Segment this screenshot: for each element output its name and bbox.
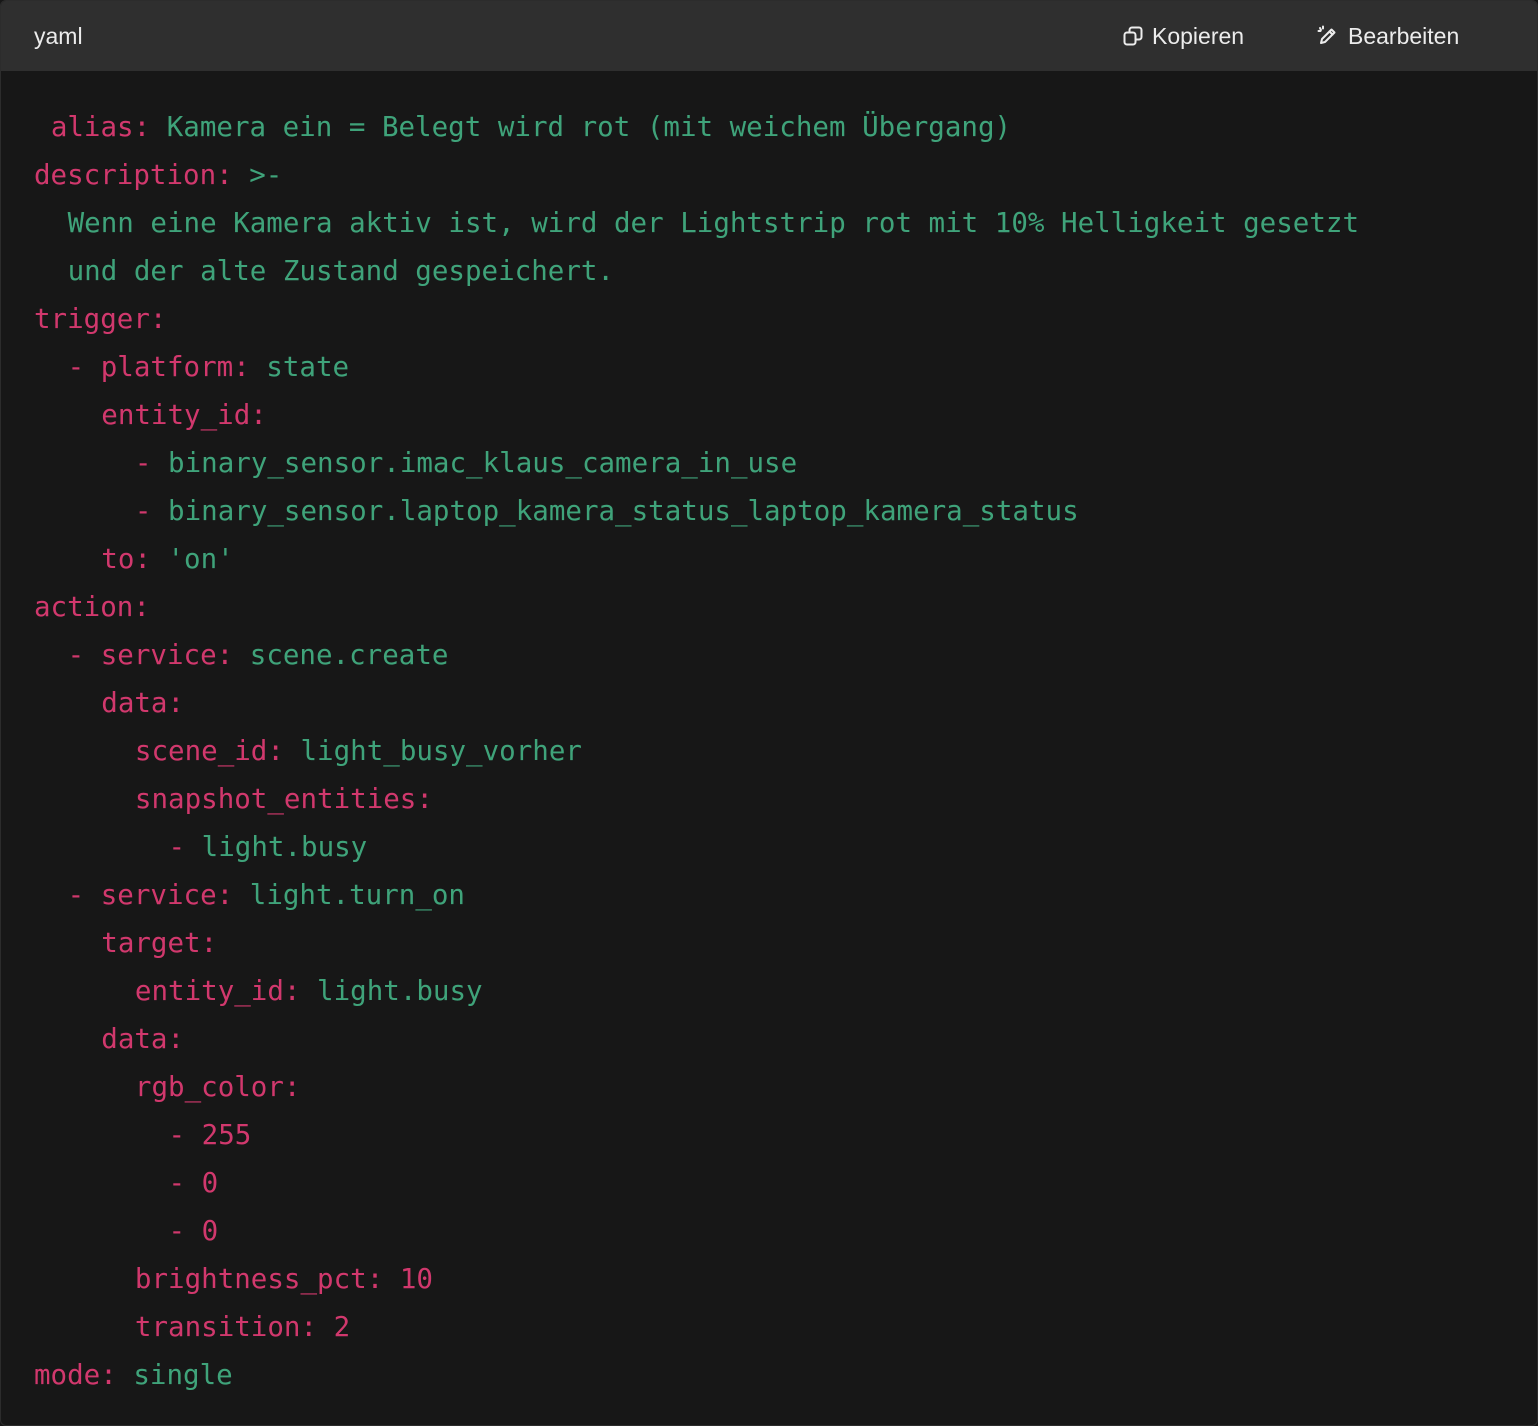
yaml-value: 'on' <box>150 543 234 575</box>
yaml-key: - service: <box>67 639 234 671</box>
yaml-key: - <box>168 1215 202 1247</box>
yaml-key: - <box>168 1119 202 1151</box>
code-block: yaml Kopieren Bearbeiten alias: Kamera e… <box>0 0 1538 1426</box>
yaml-key: action: <box>34 591 150 623</box>
yaml-number: 10 <box>383 1263 433 1295</box>
code-line: entity_id: light.busy <box>1 967 1537 1015</box>
yaml-key: data: <box>101 1023 185 1055</box>
yaml-number: 0 <box>201 1215 219 1247</box>
code-line: snapshot_entities: <box>1 775 1537 823</box>
edit-button[interactable]: Bearbeiten <box>1316 18 1459 54</box>
yaml-value: Wenn eine Kamera aktiv ist, wird der Lig… <box>67 207 1360 239</box>
yaml-value: state <box>249 351 350 383</box>
copy-button[interactable]: Kopieren <box>1122 18 1244 54</box>
yaml-value: binary_sensor.laptop_kamera_status_lapto… <box>168 495 1079 527</box>
yaml-key: description: <box>34 159 233 191</box>
yaml-key: rgb_color: <box>134 1071 301 1103</box>
code-line: description: >- <box>1 151 1537 199</box>
code-line: - 255 <box>1 1111 1537 1159</box>
yaml-value: binary_sensor.imac_klaus_camera_in_use <box>168 447 798 479</box>
copy-icon <box>1122 25 1152 47</box>
code-line: transition: 2 <box>1 1303 1537 1351</box>
yaml-value: >- <box>232 159 283 191</box>
edit-pencil-icon <box>1316 24 1348 48</box>
yaml-key: alias: <box>50 111 151 143</box>
code-line: target: <box>1 919 1537 967</box>
code-line: trigger: <box>1 295 1537 343</box>
yaml-value: Kamera ein = Belegt wird rot (mit weiche… <box>150 111 1012 143</box>
yaml-number: 2 <box>317 1311 351 1343</box>
code-line: action: <box>1 583 1537 631</box>
code-block-header: yaml Kopieren Bearbeiten <box>1 1 1537 71</box>
code-line: - binary_sensor.laptop_kamera_status_lap… <box>1 487 1537 535</box>
code-line: - 0 <box>1 1207 1537 1255</box>
code-line: Wenn eine Kamera aktiv ist, wird der Lig… <box>1 199 1537 247</box>
code-line: - service: light.turn_on <box>1 871 1537 919</box>
yaml-key: transition: <box>134 1311 318 1343</box>
yaml-value: light_busy_vorher <box>283 735 582 767</box>
code-line: to: 'on' <box>1 535 1537 583</box>
code-line: data: <box>1 1015 1537 1063</box>
code-line: - 0 <box>1 1159 1537 1207</box>
copy-button-label: Kopieren <box>1152 23 1245 49</box>
yaml-key: - <box>134 495 169 527</box>
yaml-key: target: <box>101 927 218 959</box>
yaml-number: 255 <box>201 1119 252 1151</box>
yaml-value: scene.create <box>233 639 449 671</box>
yaml-value: light.turn_on <box>233 879 465 911</box>
yaml-key: - <box>168 1167 202 1199</box>
yaml-key: to: <box>101 543 151 575</box>
code-line: und der alte Zustand gespeichert. <box>1 247 1537 295</box>
yaml-key: scene_id: <box>134 735 284 767</box>
yaml-number: 0 <box>201 1167 219 1199</box>
yaml-value: single <box>116 1359 233 1391</box>
code-line: entity_id: <box>1 391 1537 439</box>
yaml-value: light.busy <box>201 831 368 863</box>
yaml-key: - <box>134 447 169 479</box>
yaml-code: alias: Kamera ein = Belegt wird rot (mit… <box>1 103 1537 1399</box>
yaml-key: mode: <box>34 1359 117 1391</box>
code-line: brightness_pct: 10 <box>1 1255 1537 1303</box>
code-line: - light.busy <box>1 823 1537 871</box>
yaml-key: entity_id: <box>101 399 267 431</box>
code-line: alias: Kamera ein = Belegt wird rot (mit… <box>1 103 1537 151</box>
yaml-key: - <box>168 831 202 863</box>
yaml-value: und der alte Zustand gespeichert. <box>67 255 614 287</box>
code-line: - service: scene.create <box>1 631 1537 679</box>
code-line: scene_id: light_busy_vorher <box>1 727 1537 775</box>
yaml-key: snapshot_entities: <box>134 783 433 815</box>
yaml-key: brightness_pct: <box>134 1263 384 1295</box>
edit-button-label: Bearbeiten <box>1348 23 1460 49</box>
code-line: data: <box>1 679 1537 727</box>
yaml-key: trigger: <box>34 303 167 335</box>
code-line: mode: single <box>1 1351 1537 1399</box>
code-line: - binary_sensor.imac_klaus_camera_in_use <box>1 439 1537 487</box>
yaml-key: - platform: <box>67 351 250 383</box>
language-label: yaml <box>34 23 83 49</box>
code-line: rgb_color: <box>1 1063 1537 1111</box>
yaml-key: entity_id: <box>134 975 301 1007</box>
yaml-key: data: <box>101 687 185 719</box>
yaml-key: - service: <box>67 879 234 911</box>
yaml-value: light.busy <box>300 975 483 1007</box>
code-line: - platform: state <box>1 343 1537 391</box>
